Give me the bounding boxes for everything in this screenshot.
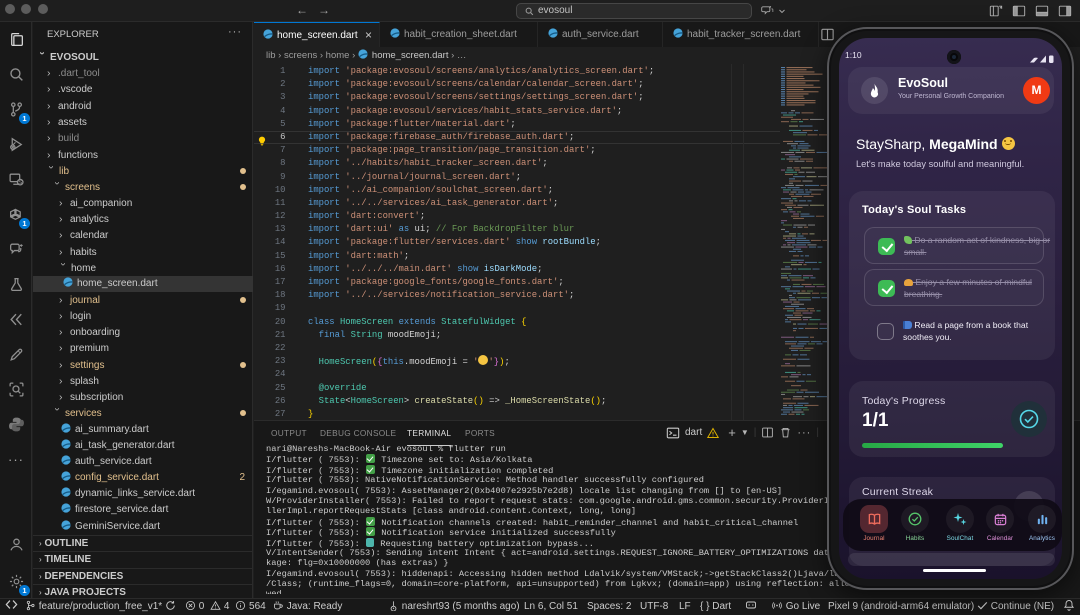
svg-text:S: S [18,180,22,186]
